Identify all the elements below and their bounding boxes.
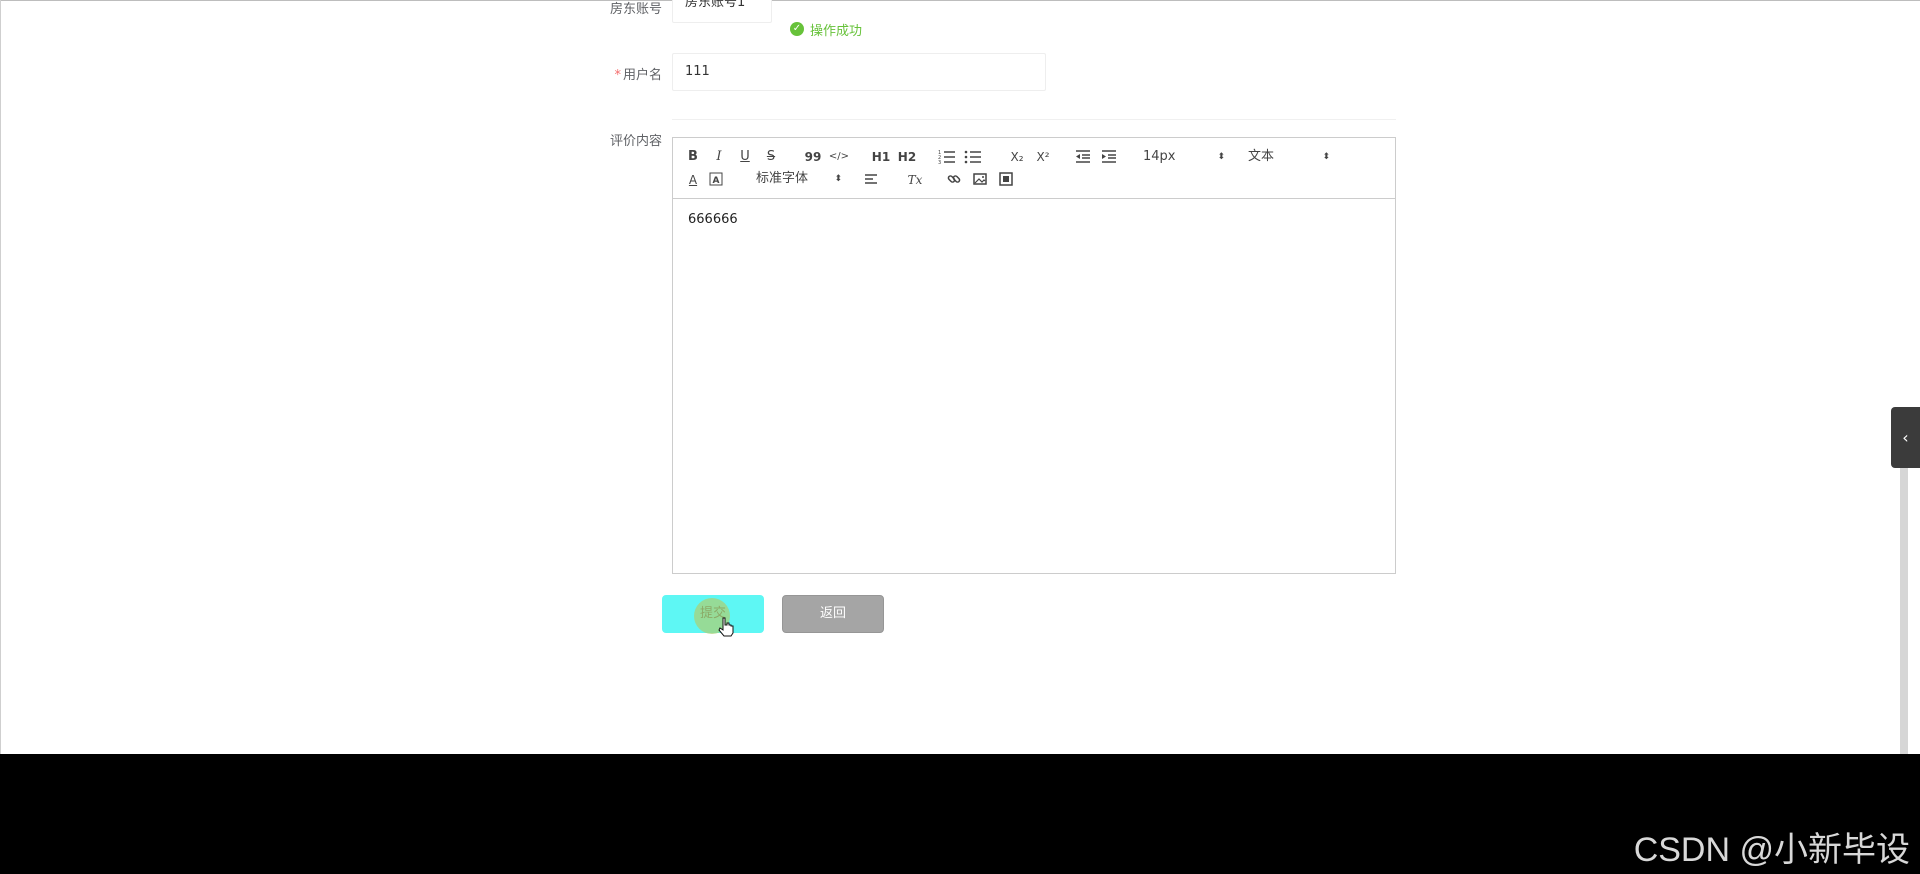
header-picker-value: 文本 [1248, 149, 1275, 164]
watermark: CSDN @小新毕设 [1633, 831, 1910, 869]
header2-button[interactable]: H2 [896, 148, 918, 166]
ordered-list-icon[interactable]: 123 [938, 148, 960, 166]
check-circle-icon: ✓ [790, 22, 804, 36]
strike-button[interactable]: S [760, 148, 782, 166]
image-icon[interactable] [972, 171, 994, 189]
landlord-account-label: 房东账号 [609, 2, 662, 17]
required-mark: * [614, 68, 621, 83]
success-toast: ✓ 操作成功 [790, 16, 862, 42]
updown-arrow-icon: ⬍ [1217, 152, 1225, 162]
top-border [0, 0, 1920, 1]
header-picker[interactable]: 文本 ⬍ [1248, 148, 1330, 166]
chevron-left-icon[interactable]: ‹ [1891, 407, 1920, 468]
editor-content[interactable]: 666666 [688, 212, 738, 227]
updown-arrow-icon: ⬍ [834, 174, 842, 184]
font-size-value: 14px [1143, 149, 1176, 164]
link-icon[interactable] [946, 171, 968, 189]
font-size-picker[interactable]: 14px ⬍ [1143, 148, 1225, 166]
editor-top-divider [672, 119, 1396, 120]
svg-text:3: 3 [938, 160, 941, 164]
updown-arrow-icon: ⬍ [1322, 152, 1330, 162]
left-border [0, 0, 1, 754]
svg-text:A: A [713, 176, 720, 186]
bold-button[interactable]: B [682, 148, 704, 166]
video-icon[interactable] [998, 171, 1020, 189]
rich-text-editor: B I U S 99 </> H1 H2 123 X₂ X² 14px ⬍ 文本 ⬍… [672, 137, 1396, 574]
clean-format-button[interactable]: Tx [904, 171, 926, 189]
align-left-icon[interactable] [863, 171, 885, 189]
back-button[interactable]: 返回 [782, 595, 884, 633]
font-family-picker[interactable]: 标准字体 ⬍ [756, 170, 842, 188]
editor-toolbar: B I U S 99 </> H1 H2 123 X₂ X² 14px ⬍ 文本 ⬍… [673, 138, 1395, 199]
review-label: 评价内容 [609, 134, 662, 149]
superscript-button[interactable]: X² [1032, 148, 1054, 166]
font-family-value: 标准字体 [756, 171, 809, 186]
font-color-button[interactable]: A [682, 171, 704, 189]
scrollbar[interactable] [1900, 468, 1908, 798]
indent-icon[interactable] [1100, 148, 1122, 166]
footer [0, 754, 1920, 874]
username-input[interactable]: 111 [672, 53, 1046, 91]
toast-message: 操作成功 [810, 23, 863, 39]
username-label: * 用户名 [532, 64, 662, 83]
blockquote-button[interactable]: 99 [802, 148, 824, 166]
bullet-list-icon[interactable] [964, 148, 986, 166]
underline-button[interactable]: U [734, 148, 756, 166]
background-color-icon[interactable]: A [708, 171, 730, 189]
username-label-text: 用户名 [622, 68, 662, 83]
outdent-icon[interactable] [1074, 148, 1096, 166]
italic-button[interactable]: I [708, 148, 730, 166]
hand-cursor-icon [718, 617, 734, 641]
subscript-button[interactable]: X₂ [1006, 148, 1028, 166]
landlord-account-field[interactable]: 房东账号1 [672, 0, 772, 23]
code-block-button[interactable]: </> [828, 148, 850, 166]
header1-button[interactable]: H1 [870, 148, 892, 166]
